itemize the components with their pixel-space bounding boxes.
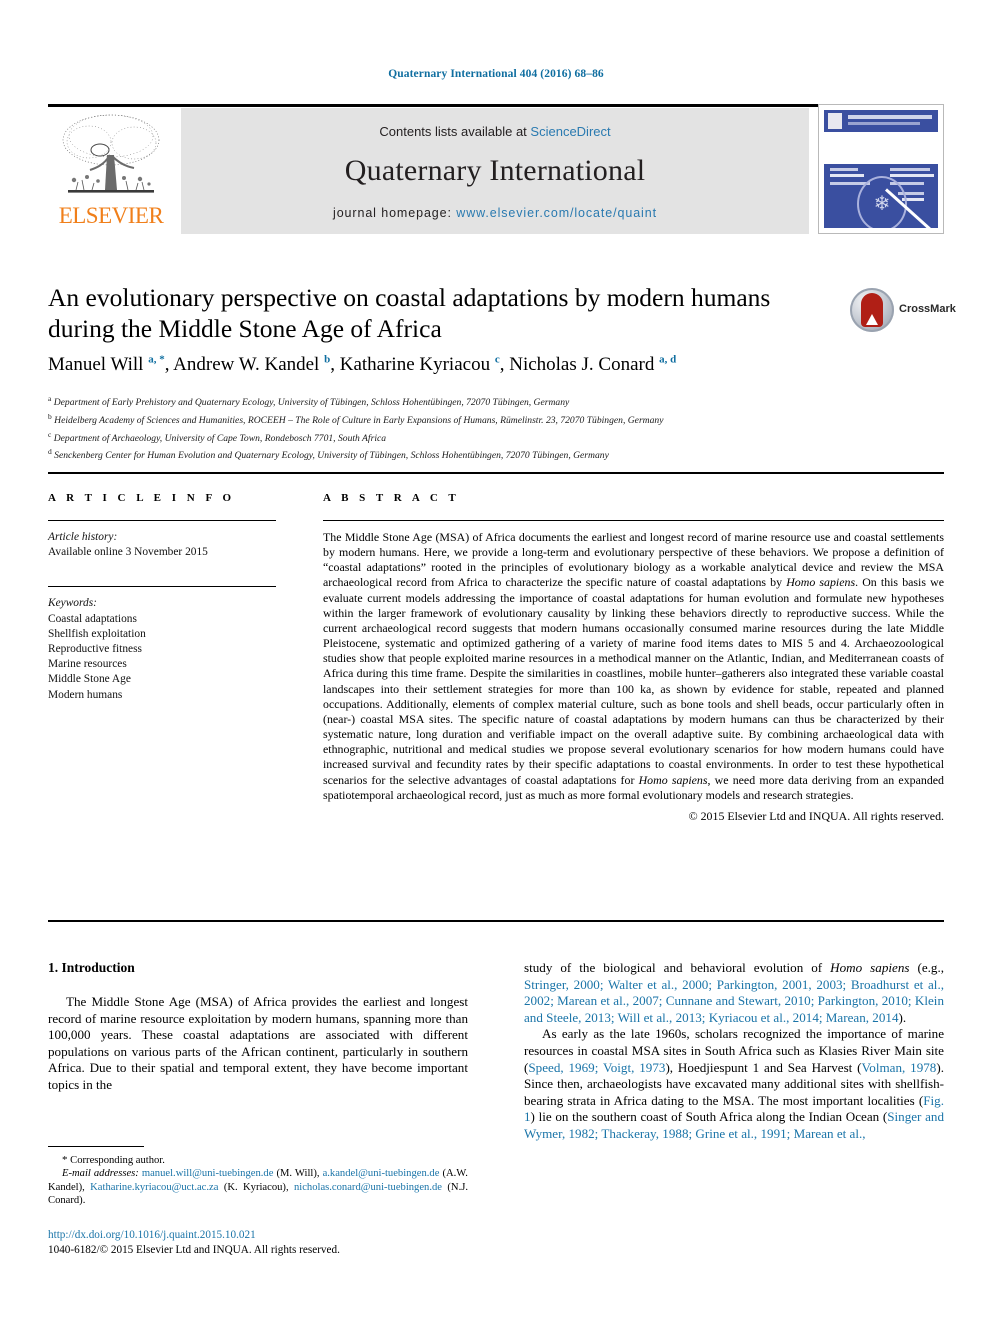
email-addresses-line: E-mail addresses: manuel.will@uni-tuebin… xyxy=(48,1168,468,1207)
affiliation-list: a Department of Early Prehistory and Qua… xyxy=(48,392,928,463)
sciencedirect-link[interactable]: ScienceDirect xyxy=(530,124,610,139)
crossmark-label: CrossMark xyxy=(899,303,956,315)
journal-banner: Contents lists available at ScienceDirec… xyxy=(181,108,809,234)
intro-p1-tail: (e.g., xyxy=(909,960,945,975)
intro-paragraph-2-right: As early as the late 1960s, scholars rec… xyxy=(524,1026,944,1142)
keyword-item: Modern humans xyxy=(48,688,123,701)
email-link[interactable]: a.kandel@uni-tuebingen.de xyxy=(323,1168,440,1179)
intro-p2-seg2: ), Hoedjiespunt 1 and Sea Harvest ( xyxy=(665,1059,862,1075)
affiliation-mark: c xyxy=(48,429,52,439)
crossmark-icon xyxy=(850,288,894,332)
email-link[interactable]: nicholas.conard@uni-tuebingen.de xyxy=(294,1182,442,1193)
elsevier-wordmark: ELSEVIER xyxy=(58,203,164,228)
page-title: An evolutionary perspective on coastal a… xyxy=(48,283,771,343)
info-block-top-rule xyxy=(48,472,944,474)
cover-title-bar xyxy=(848,115,932,119)
corresponding-author-marker: * xyxy=(62,1154,68,1166)
email-link[interactable]: manuel.will@uni-tuebingen.de xyxy=(142,1168,274,1179)
email-person: (M. Will) xyxy=(276,1168,317,1180)
article-info-rule-2 xyxy=(48,586,276,588)
article-history-label: Article history: xyxy=(48,531,118,543)
article-info-heading: A R T I C L E I N F O xyxy=(48,492,236,504)
doi-block: http://dx.doi.org/10.1016/j.quaint.2015.… xyxy=(48,1228,488,1257)
crossmark-badge[interactable]: CrossMark xyxy=(850,288,956,334)
homepage-url-link[interactable]: www.elsevier.com/locate/quaint xyxy=(456,206,657,220)
article-info-block: A R T I C L E I N F O Article history: A… xyxy=(48,492,276,703)
affiliation-text: Department of Early Prehistory and Quate… xyxy=(53,397,570,409)
citation-link-group[interactable]: Stringer, 2000; Walter et al., 2000; Par… xyxy=(524,977,944,1025)
affiliation-mark: d xyxy=(48,447,52,457)
header-top-rule xyxy=(48,104,944,107)
contents-line: Contents lists available at ScienceDirec… xyxy=(181,124,809,139)
intro-paragraph-1-right: study of the biological and behavioral e… xyxy=(524,960,944,1026)
keyword-item: Middle Stone Age xyxy=(48,673,131,686)
keyword-item: Shellfish exploitation xyxy=(48,627,146,640)
affiliation-item: c Department of Archaeology, University … xyxy=(48,428,928,446)
affiliation-text: Senckenberg Center for Human Evolution a… xyxy=(54,450,609,462)
cover-white-panel xyxy=(824,132,938,164)
intro-p1-species: Homo sapiens xyxy=(830,960,910,975)
affiliation-item: a Department of Early Prehistory and Qua… xyxy=(48,392,928,410)
snowflake-icon: ❄ xyxy=(873,193,891,215)
article-info-rule-1 xyxy=(48,520,276,521)
email-addresses-label: E-mail addresses: xyxy=(62,1168,139,1180)
footnote-block: * Corresponding author. E-mail addresses… xyxy=(48,1154,468,1208)
affiliation-item: d Senckenberg Center for Human Evolution… xyxy=(48,445,928,463)
body-column-right: study of the biological and behavioral e… xyxy=(524,960,944,1143)
article-history: Article history: Available online 3 Nove… xyxy=(48,530,276,560)
intro-paragraph-1-left: The Middle Stone Age (MSA) of Africa pro… xyxy=(48,994,468,1092)
contents-label: Contents lists available at xyxy=(379,124,527,139)
keywords-block: Keywords: Coastal adaptations Shellfish … xyxy=(48,596,276,702)
intro-p1-plain: study of the biological and behavioral e… xyxy=(524,960,831,975)
journal-title: Quaternary International xyxy=(344,154,646,187)
author-names: Manuel Will a, *, Andrew W. Kandel b, Ka… xyxy=(48,354,677,376)
issn-copyright-line: 1040-6182/© 2015 Elsevier Ltd and INQUA.… xyxy=(48,1243,340,1256)
affiliation-mark: b xyxy=(48,411,52,421)
email-person: (K. Kyriacou) xyxy=(223,1181,286,1193)
elsevier-logo: ELSEVIER xyxy=(48,110,174,234)
journal-homepage-line: journal homepage: www.elsevier.com/locat… xyxy=(181,206,809,220)
intro-p1-close: ). xyxy=(898,1009,907,1025)
body-column-left: 1. Introduction The Middle Stone Age (MS… xyxy=(48,960,468,1094)
abstract-heading: A B S T R A C T xyxy=(323,492,460,504)
elsevier-tree-icon xyxy=(62,114,160,193)
journal-cover-art: ❄ xyxy=(824,110,938,228)
footnote-separator xyxy=(48,1146,144,1147)
affiliation-text: Department of Archaeology, University of… xyxy=(53,432,387,444)
abstract-block: A B S T R A C T The Middle Stone Age (MS… xyxy=(323,492,944,824)
article-page: Quaternary International 404 (2016) 68–8… xyxy=(0,0,992,1323)
affiliation-text: Heidelberg Academy of Sciences and Human… xyxy=(54,414,664,426)
info-block-bottom-rule xyxy=(48,920,944,922)
cover-masthead xyxy=(824,110,938,132)
cover-publisher-badge-icon xyxy=(828,113,842,129)
abstract-rule xyxy=(323,520,944,521)
citation-link-speed-voigt[interactable]: Speed, 1969; Voigt, 1973 xyxy=(528,1060,665,1075)
section-heading-introduction: 1. Introduction xyxy=(48,960,135,975)
abstract-copyright: © 2015 Elsevier Ltd and INQUA. All right… xyxy=(688,808,944,823)
cover-subtitle-bar xyxy=(848,122,920,125)
author-list: Manuel Will a, *, Andrew W. Kandel b, Ka… xyxy=(48,354,848,376)
corresponding-author-label: Corresponding author. xyxy=(70,1155,165,1166)
keyword-item: Reproductive fitness xyxy=(48,643,142,656)
article-history-value: Available online 3 November 2015 xyxy=(48,546,208,559)
journal-cover-thumbnail: ❄ xyxy=(818,104,944,234)
title-block: An evolutionary perspective on coastal a… xyxy=(48,282,818,344)
homepage-label: journal homepage: xyxy=(333,206,452,220)
intro-p2-seg4: ) lie on the southern coast of South Afr… xyxy=(530,1109,888,1125)
email-link[interactable]: Katharine.kyriacou@uct.ac.za xyxy=(90,1182,218,1193)
doi-link[interactable]: http://dx.doi.org/10.1016/j.quaint.2015.… xyxy=(48,1228,488,1243)
corresponding-author-line: * Corresponding author. xyxy=(48,1154,468,1167)
journal-header-band: ELSEVIER Contents lists available at Sci… xyxy=(48,104,944,234)
running-head: Quaternary International 404 (2016) 68–8… xyxy=(388,68,604,80)
abstract-text: The Middle Stone Age (MSA) of Africa doc… xyxy=(323,530,944,802)
keyword-item: Marine resources xyxy=(48,658,127,671)
citation-link-volman[interactable]: Volman, 1978 xyxy=(862,1060,937,1075)
keyword-item: Coastal adaptations xyxy=(48,612,137,625)
affiliation-item: b Heidelberg Academy of Sciences and Hum… xyxy=(48,410,928,428)
affiliation-mark: a xyxy=(48,394,52,403)
keywords-label: Keywords: xyxy=(48,597,97,610)
